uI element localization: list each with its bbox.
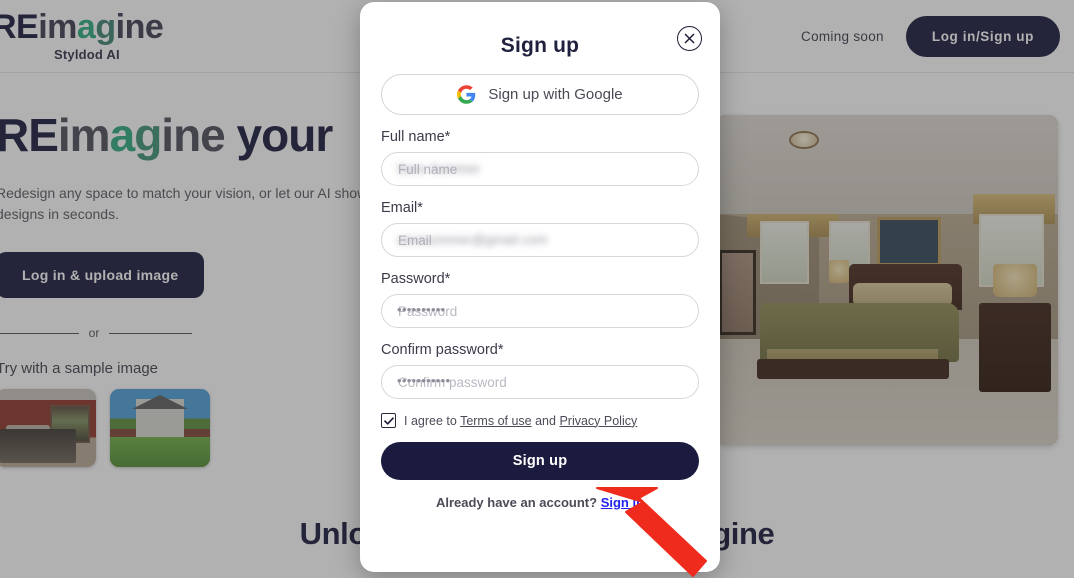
email-input-wrap: sarasummer@gmail.com	[381, 223, 699, 257]
field-confirm-password: Confirm password* •••••••••••	[381, 342, 699, 399]
terms-middle: and	[531, 413, 560, 428]
terms-agreement-row: I agree to Terms of use and Privacy Poli…	[381, 413, 699, 428]
privacy-policy-link[interactable]: Privacy Policy	[559, 414, 637, 428]
modal-body: Sign up with Google Full name* Sara Summ…	[360, 74, 720, 510]
email-input[interactable]	[381, 223, 699, 257]
field-password: Password* ••••••••••	[381, 271, 699, 328]
modal-header: Sign up	[360, 2, 720, 74]
field-full-name: Full name* Sara Summer	[381, 129, 699, 186]
close-icon[interactable]	[677, 26, 702, 51]
confirm-password-input-wrap: •••••••••••	[381, 365, 699, 399]
checkmark-icon	[383, 416, 394, 425]
page-root: REimagine Styldod AI Coming soon Log in/…	[0, 0, 1074, 578]
password-input[interactable]	[381, 294, 699, 328]
password-label: Password*	[381, 271, 451, 287]
terms-of-use-link[interactable]: Terms of use	[460, 414, 532, 428]
password-input-wrap: ••••••••••	[381, 294, 699, 328]
full-name-input[interactable]	[381, 152, 699, 186]
signup-modal: Sign up Sign up with Google Full name* F…	[360, 2, 720, 572]
email-label: Email*	[381, 200, 423, 216]
field-email: Email* sarasummer@gmail.com	[381, 200, 699, 257]
google-button-label: Sign up with Google	[488, 86, 623, 103]
sign-in-link[interactable]: Sign in	[601, 495, 644, 510]
terms-text: I agree to Terms of use and Privacy Poli…	[404, 414, 637, 428]
sign-up-submit-button[interactable]: Sign up	[381, 442, 699, 480]
signup-with-google-button[interactable]: Sign up with Google	[381, 74, 699, 115]
full-name-input-wrap: Sara Summer	[381, 152, 699, 186]
full-name-label: Full name*	[381, 129, 451, 145]
modal-title: Sign up	[500, 34, 580, 57]
already-have-account-text: Already have an account?	[435, 495, 598, 510]
confirm-password-label: Confirm password*	[381, 342, 504, 358]
terms-checkbox[interactable]	[381, 413, 396, 428]
confirm-password-input[interactable]	[381, 365, 699, 399]
google-icon	[457, 85, 476, 104]
terms-prefix: I agree to	[404, 413, 461, 428]
already-have-account-row: Already have an account? Sign in	[381, 495, 699, 510]
